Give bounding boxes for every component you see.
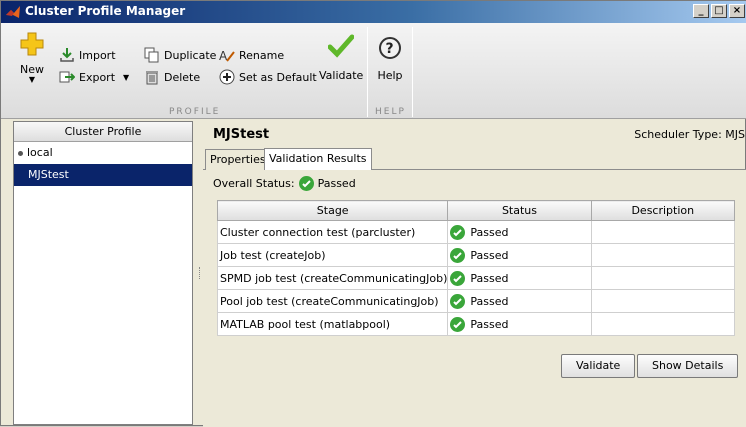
- delete-label: Delete: [164, 70, 201, 84]
- rename-label: Rename: [239, 48, 285, 62]
- add-circle-icon: [219, 69, 235, 85]
- description-cell: [590, 243, 736, 267]
- status-cell: Passed: [447, 266, 592, 290]
- close-button[interactable]: ×: [729, 4, 745, 18]
- chevron-down-icon: ▼: [123, 72, 130, 82]
- table-row[interactable]: SPMD job test (createCommunicatingJob) Pa…: [216, 266, 736, 290]
- stage-cell: Job test (createJob): [216, 243, 449, 267]
- passed-check-icon: [450, 224, 466, 240]
- status-cell: Passed: [447, 289, 592, 313]
- passed-check-icon: [450, 316, 466, 332]
- table-row[interactable]: Job test (createJob) Passed: [216, 243, 736, 267]
- overall-status: Overall Status: Passed: [213, 176, 356, 191]
- profile-item-mjstest[interactable]: MJStest: [14, 164, 192, 186]
- column-header-status[interactable]: Status: [447, 200, 592, 221]
- table-row[interactable]: Pool job test (createCommunicatingJob) Pa…: [216, 289, 736, 313]
- trash-icon: [146, 71, 158, 85]
- toolstrip-divider: [367, 27, 368, 117]
- set-as-default-button[interactable]: Set as Default: [219, 69, 317, 85]
- status-cell: Passed: [447, 312, 592, 336]
- profile-item-local[interactable]: local: [14, 142, 192, 164]
- status-text: Passed: [470, 271, 509, 285]
- duplicate-label: Duplicate: [164, 48, 217, 62]
- table-row[interactable]: MATLAB pool test (matlabpool) Passed: [216, 312, 736, 336]
- export-label: Export: [79, 70, 116, 84]
- overall-status-label: Overall Status:: [213, 177, 295, 190]
- status-cell: Passed: [447, 220, 592, 244]
- scheduler-type-label: Scheduler Type: MJS: [634, 128, 745, 141]
- status-text: Passed: [470, 248, 509, 262]
- passed-check-icon: [450, 270, 466, 286]
- toolstrip: New ▼ Import Export ▼ Duplicate Delete A…: [1, 23, 746, 119]
- profile-item-label: local: [27, 146, 53, 159]
- checkmark-icon: [328, 34, 355, 58]
- stage-cell: Pool job test (createCommunicatingJob): [216, 289, 449, 313]
- passed-check-icon: [298, 176, 314, 191]
- import-button[interactable]: Import: [59, 47, 116, 63]
- stage-cell: Cluster connection test (parcluster): [216, 220, 449, 244]
- delete-button[interactable]: Delete: [144, 69, 200, 85]
- description-cell: [590, 312, 736, 336]
- description-cell: [590, 266, 736, 290]
- tab-validation-results[interactable]: Validation Results: [264, 148, 372, 170]
- tab-properties[interactable]: Properties: [205, 149, 271, 170]
- maximize-button[interactable]: □: [711, 4, 727, 18]
- duplicate-icon: [144, 47, 159, 63]
- svg-text:?: ?: [386, 41, 394, 57]
- cluster-profile-header: Cluster Profile: [14, 122, 192, 142]
- passed-check-icon: [450, 293, 466, 309]
- splitter-grip-icon: [199, 267, 201, 279]
- cluster-profile-manager-window: Cluster Profile Manager _ □ × New ▼ Impo…: [0, 0, 746, 427]
- chevron-down-icon: ▼: [28, 75, 36, 84]
- rename-icon: A: [219, 49, 235, 63]
- profile-name-title: MJStest: [213, 127, 270, 142]
- export-button[interactable]: Export ▼: [59, 69, 129, 85]
- set-as-default-label: Set as Default: [239, 70, 317, 84]
- status-cell: Passed: [447, 243, 592, 267]
- minimize-button[interactable]: _: [693, 4, 709, 18]
- status-text: Passed: [470, 317, 509, 331]
- new-button[interactable]: New ▼: [19, 31, 45, 84]
- stage-cell: MATLAB pool test (matlabpool): [216, 312, 449, 336]
- group-label-help: HELP: [375, 107, 406, 117]
- validate-toolbar-label: Validate: [319, 69, 364, 82]
- passed-check-icon: [450, 247, 466, 263]
- group-label-profile: PROFILE: [169, 107, 221, 117]
- cluster-profile-list: Cluster Profile local MJStest: [13, 121, 193, 425]
- stage-cell: SPMD job test (createCommunicatingJob): [216, 266, 449, 290]
- export-icon: [59, 71, 75, 83]
- validate-button[interactable]: Validate: [561, 354, 636, 378]
- validation-results-table: Stage Status Description Cluster connect…: [216, 200, 736, 336]
- default-profile-dot-icon: [18, 150, 23, 156]
- column-header-stage[interactable]: Stage: [216, 200, 449, 221]
- duplicate-button[interactable]: Duplicate: [144, 47, 216, 63]
- import-label: Import: [79, 48, 116, 62]
- validate-toolbar-button[interactable]: Validate: [319, 33, 363, 82]
- import-icon: [60, 48, 74, 62]
- help-question-icon: ?: [379, 37, 401, 59]
- new-plus-icon: [20, 32, 44, 56]
- toolstrip-divider: [412, 27, 413, 117]
- help-label: Help: [377, 69, 403, 82]
- title-bar[interactable]: Cluster Profile Manager _ □ ×: [1, 1, 746, 23]
- svg-text:A: A: [219, 49, 228, 63]
- status-text: Passed: [470, 294, 509, 308]
- description-cell: [590, 220, 736, 244]
- status-text: Passed: [470, 225, 509, 239]
- profile-details-panel: MJStest Scheduler Type: MJS Properties V…: [203, 121, 746, 427]
- table-row[interactable]: Cluster connection test (parcluster) Pass…: [216, 220, 736, 244]
- overall-status-value: Passed: [317, 177, 356, 190]
- show-details-button[interactable]: Show Details: [637, 354, 739, 378]
- table-header-row: Stage Status Description: [216, 200, 736, 221]
- matlab-logo-icon: [6, 6, 20, 18]
- description-cell: [590, 289, 736, 313]
- profile-item-label: MJStest: [28, 168, 69, 181]
- window-title: Cluster Profile Manager: [25, 4, 186, 18]
- column-header-description[interactable]: Description: [590, 200, 736, 221]
- rename-button[interactable]: A Rename: [219, 47, 285, 64]
- help-button[interactable]: ? Help: [377, 35, 403, 82]
